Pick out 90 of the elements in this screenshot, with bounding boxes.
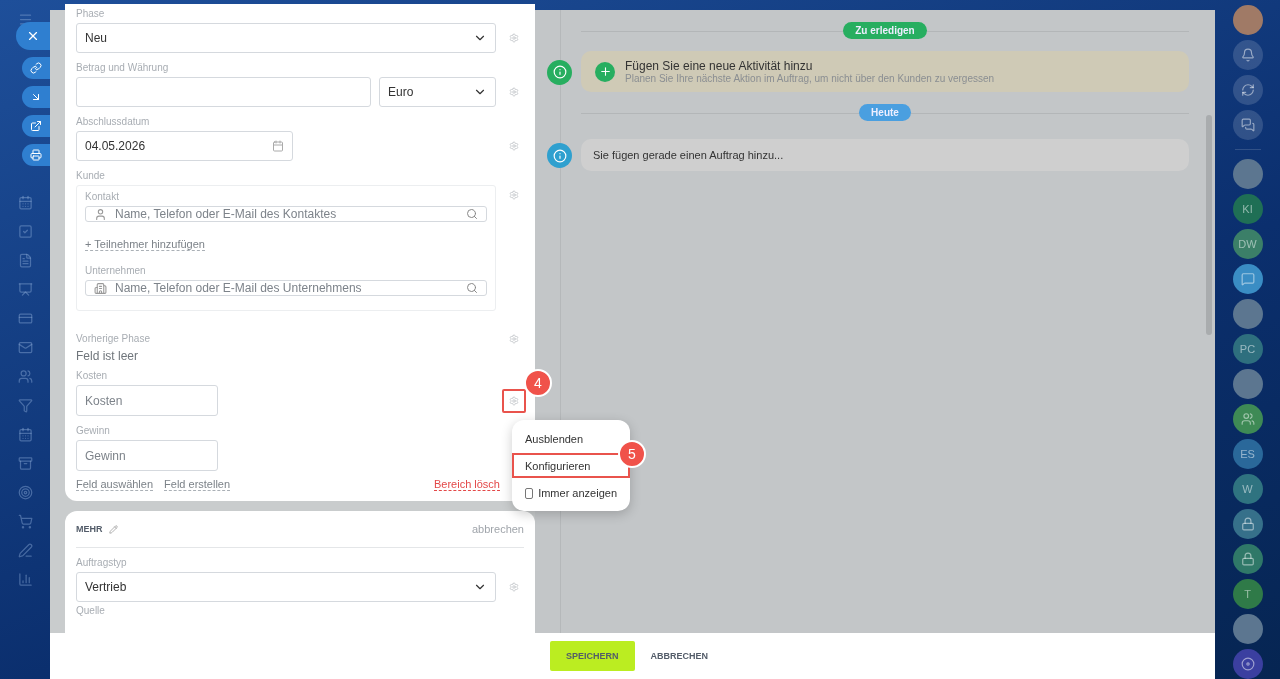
sidebar-icon[interactable] bbox=[17, 398, 33, 413]
contact-search-field[interactable]: Name, Telefon oder E-Mail des Kontaktes bbox=[85, 206, 487, 222]
edit-icon[interactable] bbox=[108, 524, 118, 534]
calendar-icon bbox=[272, 140, 284, 152]
save-button[interactable]: SPEICHERN bbox=[550, 641, 635, 671]
section-title: MEHR bbox=[76, 524, 103, 534]
settings-icon[interactable] bbox=[502, 388, 526, 413]
field-label: Unternehmen bbox=[85, 265, 147, 277]
person-icon bbox=[94, 207, 107, 221]
sidebar-icon[interactable] bbox=[17, 224, 33, 239]
field-label: Auftragstyp bbox=[76, 557, 128, 569]
chat-icon[interactable] bbox=[1232, 110, 1263, 140]
avatar[interactable] bbox=[1232, 369, 1263, 399]
external-link-button[interactable] bbox=[22, 115, 50, 137]
group-icon[interactable] bbox=[1232, 404, 1263, 434]
field-label: Quelle bbox=[76, 605, 106, 617]
sidebar-icon[interactable] bbox=[17, 195, 33, 210]
activity-title: Fügen Sie eine neue Aktivität hinzu bbox=[625, 59, 814, 73]
field-label: Betrag und Währung bbox=[76, 62, 170, 74]
field-label: Kunde bbox=[76, 170, 106, 182]
company-search-field[interactable]: Name, Telefon oder E-Mail des Unternehmens bbox=[85, 280, 487, 296]
field-label: Vorherige Phase bbox=[76, 333, 151, 345]
avatar[interactable] bbox=[1232, 614, 1263, 644]
arrow-button[interactable] bbox=[22, 86, 50, 108]
sidebar-icon[interactable] bbox=[17, 282, 33, 297]
close-icon bbox=[26, 29, 40, 43]
step-marker: 5 bbox=[618, 440, 646, 468]
chat-icon[interactable] bbox=[1232, 264, 1263, 294]
bell-icon[interactable] bbox=[1232, 40, 1263, 70]
sidebar-icon[interactable] bbox=[17, 456, 33, 471]
building-icon bbox=[94, 281, 107, 295]
sidebar-icon[interactable] bbox=[17, 311, 33, 326]
chat-avatar[interactable]: W bbox=[1232, 474, 1263, 504]
activity-subtitle: Planen Sie Ihre nächste Aktion im Auftrag, um nicht über den Kunden zu vergessen bbox=[625, 73, 995, 84]
note-text: Sie fügen gerade einen Auftrag hinzu... bbox=[593, 149, 784, 161]
disc-icon[interactable] bbox=[1232, 649, 1263, 679]
section-pill: Heute bbox=[859, 104, 911, 121]
chat-avatar[interactable]: PC bbox=[1232, 334, 1263, 364]
link-icon bbox=[30, 62, 42, 74]
field-label: Abschlussdatum bbox=[76, 116, 151, 128]
section-pill: Zu erledigen bbox=[843, 22, 927, 39]
profit-input[interactable]: Gewinn bbox=[76, 440, 218, 471]
close-button[interactable] bbox=[16, 22, 50, 50]
phase-select[interactable]: Neu bbox=[76, 23, 496, 53]
cancel-link[interactable]: abbrechen bbox=[472, 523, 524, 535]
field-label: Gewinn bbox=[76, 425, 111, 437]
field-link[interactable]: Feld auswählen bbox=[76, 478, 154, 491]
lock-icon[interactable] bbox=[1232, 509, 1263, 539]
chat-avatar[interactable]: T bbox=[1232, 579, 1263, 609]
sidebar-icon[interactable] bbox=[17, 253, 33, 268]
avatar[interactable] bbox=[1232, 159, 1263, 189]
sidebar-icon[interactable] bbox=[17, 514, 33, 529]
delete-section-link[interactable]: Bereich lösch bbox=[433, 478, 500, 491]
cost-input[interactable]: Kosten bbox=[76, 385, 218, 416]
field-label: Kosten bbox=[76, 370, 109, 382]
print-button[interactable] bbox=[22, 144, 50, 166]
search-icon bbox=[466, 208, 478, 220]
external-link-icon bbox=[30, 120, 42, 132]
add-participant-link[interactable]: + Teilnehmer hinzufügen bbox=[85, 238, 205, 251]
user-avatar[interactable] bbox=[1232, 5, 1263, 35]
sidebar-icon[interactable] bbox=[17, 543, 33, 558]
date-input[interactable]: 04.05.2026 bbox=[76, 131, 293, 161]
menu-icon[interactable] bbox=[17, 12, 33, 27]
arrow-icon bbox=[30, 91, 42, 103]
avatar[interactable] bbox=[1232, 299, 1263, 329]
sidebar-icon[interactable] bbox=[17, 369, 33, 384]
cancel-button[interactable]: ABBRECHEN bbox=[644, 650, 715, 662]
amount-input[interactable] bbox=[76, 77, 371, 107]
sidebar-icon[interactable] bbox=[17, 485, 33, 500]
field-link[interactable]: Feld erstellen bbox=[164, 478, 231, 491]
printer-icon bbox=[30, 149, 42, 161]
chat-avatar[interactable]: ES bbox=[1232, 439, 1263, 469]
plus-icon[interactable] bbox=[595, 61, 615, 82]
checkbox-label: Immer anzeigen bbox=[538, 487, 617, 499]
link-button[interactable] bbox=[22, 57, 50, 79]
search-icon bbox=[466, 282, 478, 294]
sidebar-icon[interactable] bbox=[17, 340, 33, 355]
field-label: Kontakt bbox=[85, 191, 120, 203]
checkbox[interactable] bbox=[525, 487, 534, 499]
sidebar-icon[interactable] bbox=[17, 427, 33, 442]
field-label: Phase bbox=[76, 8, 106, 20]
chat-avatar[interactable]: KI bbox=[1232, 194, 1263, 224]
order-type-select[interactable]: Vertrieb bbox=[76, 572, 496, 602]
chat-avatar[interactable]: DW bbox=[1232, 229, 1263, 259]
refresh-icon[interactable] bbox=[1232, 75, 1263, 105]
menu-item[interactable]: Immer anzeigen bbox=[512, 480, 630, 505]
sidebar-icon[interactable] bbox=[17, 572, 33, 587]
field-value: Feld ist leer bbox=[76, 349, 140, 363]
lock-icon[interactable] bbox=[1232, 544, 1263, 574]
currency-select[interactable]: Euro bbox=[379, 77, 496, 107]
